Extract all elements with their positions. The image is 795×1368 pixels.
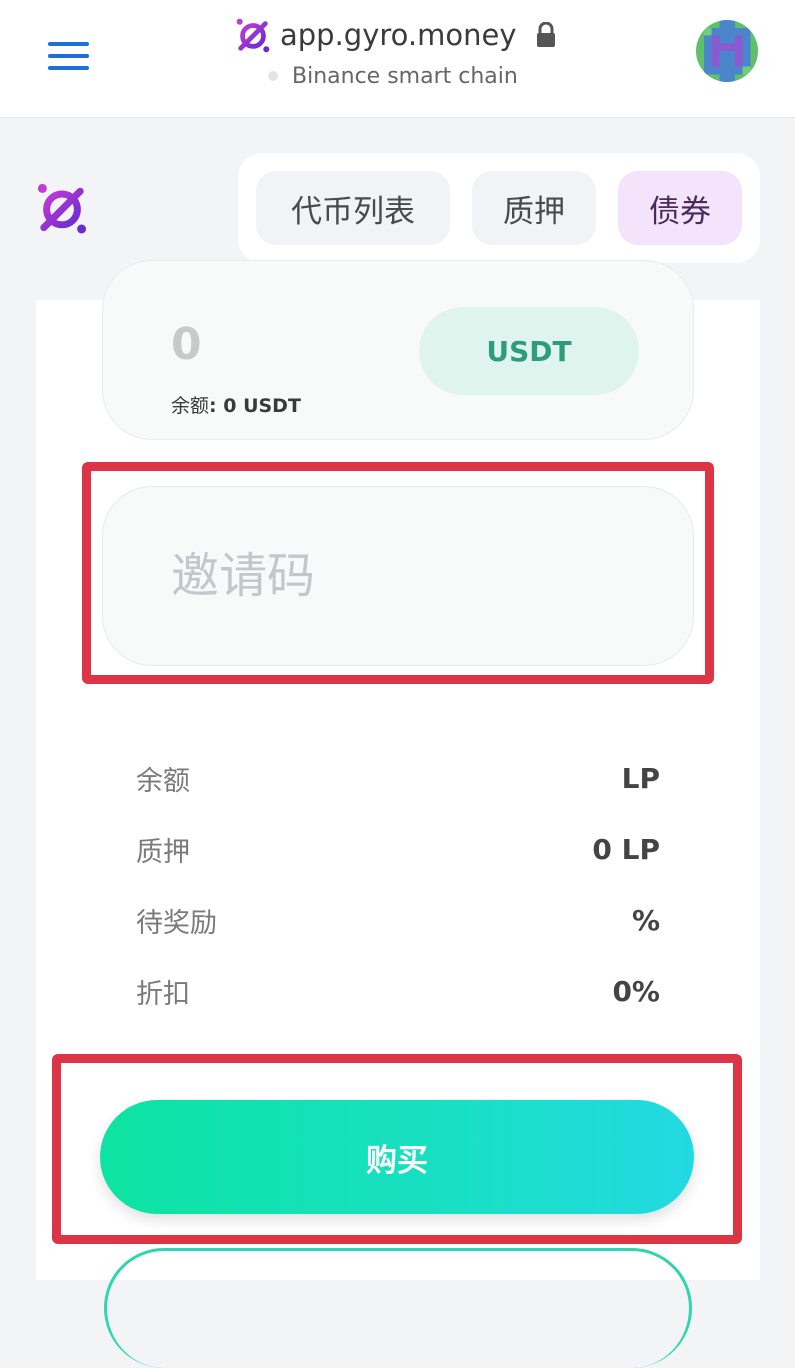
- buy-button[interactable]: 购买: [100, 1100, 694, 1214]
- lock-icon: [536, 22, 555, 47]
- info-row-balance: 余额 LP: [136, 758, 660, 798]
- balance-label: 余额: [171, 395, 210, 417]
- site-favicon-icon: [236, 18, 270, 53]
- network-status-dot: [268, 71, 278, 81]
- nav-tabs: 代币列表 质押 债券: [238, 153, 760, 263]
- secondary-button-partial[interactable]: [104, 1248, 692, 1368]
- url-row[interactable]: app.gyro.money: [234, 16, 557, 54]
- info-value: 0%: [612, 974, 660, 1008]
- balance-text: 余额: 0 USDT: [171, 391, 301, 418]
- info-value: 0 LP: [592, 832, 660, 866]
- gyro-logo-icon[interactable]: [34, 180, 90, 236]
- amount-input-box[interactable]: 0 余额: 0 USDT USDT: [102, 260, 694, 440]
- info-label: 待奖励: [136, 907, 217, 939]
- invite-code-input[interactable]: [102, 486, 694, 666]
- hamburger-menu-icon[interactable]: [48, 40, 90, 72]
- amount-value[interactable]: 0: [171, 319, 202, 370]
- tab-token-list[interactable]: 代币列表: [256, 171, 450, 245]
- info-value: LP: [621, 761, 660, 795]
- info-label: 折扣: [136, 978, 190, 1010]
- balance-value: : 0 USDT: [209, 395, 301, 417]
- token-select-button[interactable]: USDT: [419, 307, 639, 395]
- bond-card: 0 余额: 0 USDT USDT 余额 LP 质押 0 LP 待奖励 % 折扣…: [36, 260, 760, 1368]
- info-row-pending-rewards: 待奖励 %: [136, 900, 660, 940]
- info-value: %: [631, 903, 660, 937]
- network-name: Binance smart chain: [292, 63, 518, 89]
- tab-bond[interactable]: 债券: [618, 171, 742, 245]
- url-text[interactable]: app.gyro.money: [280, 18, 517, 52]
- browser-top-bar: app.gyro.money Binance smart chain: [0, 0, 795, 118]
- info-label: 余额: [136, 765, 190, 797]
- network-indicator: Binance smart chain: [268, 62, 518, 90]
- info-row-discount: 折扣 0%: [136, 971, 660, 1011]
- avatar[interactable]: [696, 20, 758, 82]
- info-label: 质押: [136, 836, 190, 868]
- tab-stake[interactable]: 质押: [472, 171, 596, 245]
- info-row-staked: 质押 0 LP: [136, 829, 660, 869]
